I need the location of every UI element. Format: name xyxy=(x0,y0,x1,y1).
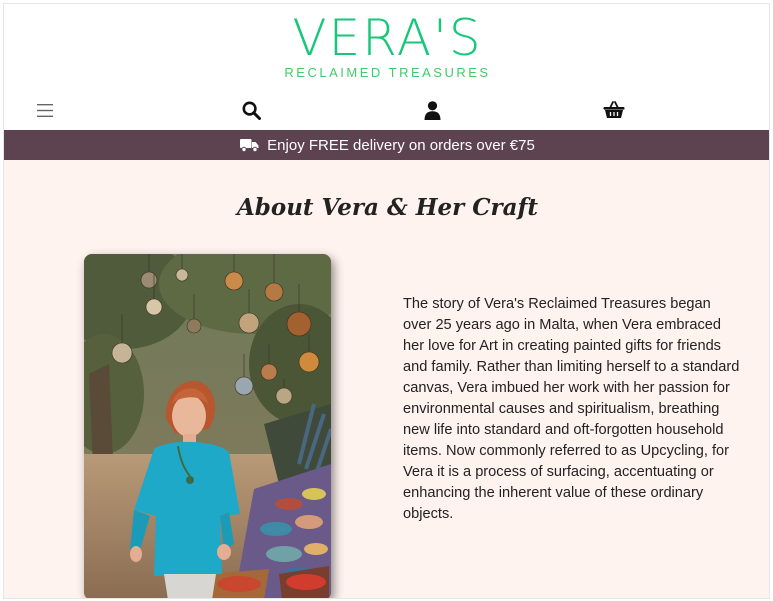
account-icon xyxy=(424,100,440,120)
account-button[interactable] xyxy=(418,96,446,124)
search-button[interactable] xyxy=(237,96,265,124)
about-section: About Vera & Her Craft The story of Vera… xyxy=(4,160,769,598)
delivery-banner-text: Enjoy FREE delivery on orders over €75 xyxy=(267,136,535,154)
brand-tagline: RECLAIMED TREASURES xyxy=(284,65,491,80)
page-frame: VERA'S RECLAIMED TREASURES Enjoy FREE de… xyxy=(3,3,770,599)
brand-name: VERA'S xyxy=(292,9,483,67)
vera-photo xyxy=(84,254,331,598)
about-title: About Vera & Her Craft xyxy=(236,194,539,221)
icon-nav-bar xyxy=(4,96,769,126)
basket-button[interactable] xyxy=(600,96,628,124)
delivery-banner: Enjoy FREE delivery on orders over €75 xyxy=(4,130,769,160)
search-icon xyxy=(241,100,261,120)
about-story-text: The story of Vera's Reclaimed Treasures … xyxy=(403,296,740,522)
brand-logo[interactable]: VERA'S RECLAIMED TREASURES xyxy=(4,9,769,80)
basket-icon xyxy=(603,101,625,118)
menu-button[interactable] xyxy=(31,96,59,124)
truck-icon xyxy=(240,139,259,152)
menu-icon xyxy=(37,103,53,117)
